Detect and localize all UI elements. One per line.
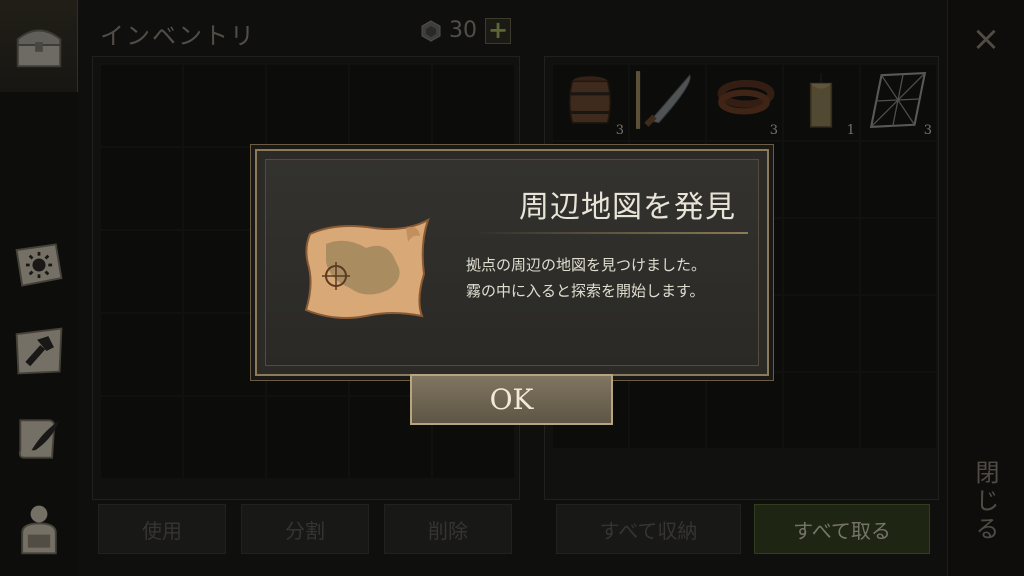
dialog-message: 拠点の周辺の地図を見つけました。 霧の中に入ると探索を開始します。 bbox=[466, 252, 706, 304]
title-divider bbox=[472, 232, 748, 234]
dialog-title: 周辺地図を発見 bbox=[519, 190, 736, 225]
discovery-dialog: 周辺地図を発見 拠点の周辺の地図を見つけました。 霧の中に入ると探索を開始します… bbox=[255, 149, 769, 376]
ok-button[interactable]: OK bbox=[410, 374, 613, 425]
message-line: 拠点の周辺の地図を見つけました。 bbox=[466, 256, 707, 274]
treasure-map-icon bbox=[304, 217, 430, 319]
dialog-body: 周辺地図を発見 拠点の周辺の地図を見つけました。 霧の中に入ると探索を開始します… bbox=[265, 159, 759, 366]
message-line: 霧の中に入ると探索を開始します。 bbox=[466, 282, 705, 300]
